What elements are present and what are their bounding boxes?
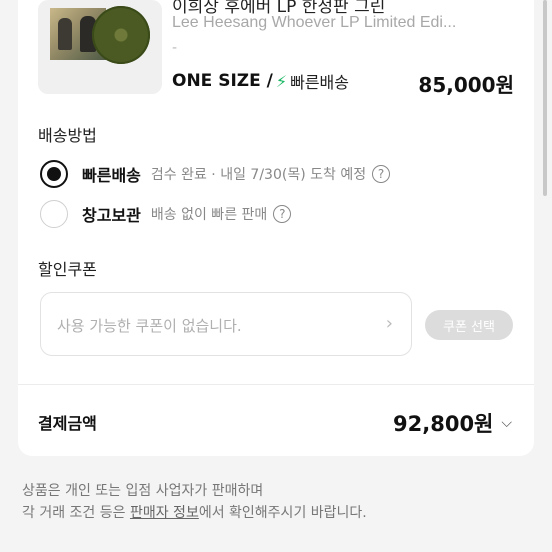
shipping-option-title: 창고보관 [82,206,141,225]
shipping-option-desc: 검수 완료 · 내일 7/30(목) 도착 예정 [150,167,367,183]
scrollbar[interactable] [543,0,547,196]
radio-unselected[interactable] [40,200,68,228]
coupon-select-button[interactable]: 쿠폰 선택 [425,310,513,340]
fast-delivery-label: 빠른배송 [290,73,349,92]
size-delivery-line: ONE SIZE / ⚡ 빠른배송 [172,69,349,93]
notice-prefix: 각 거래 조건 등은 [22,505,130,521]
help-icon[interactable]: ? [273,205,292,223]
notice-line-2: 각 거래 조건 등은 판매자 정보에서 확인해주시기 바랍니다. [22,502,367,524]
product-subtitle: Lee Heesang Whoever LP Limited Edi... [172,14,457,31]
product-thumbnail[interactable] [38,0,162,94]
seller-info-link[interactable]: 판매자 정보 [130,505,199,521]
shipping-option-desc: 배송 없이 빠른 판매 [150,207,268,223]
chevron-down-icon: ⌵ [501,415,512,431]
payment-label: 결제금액 [38,414,97,433]
payment-amount: 92,800원 [393,412,494,436]
product-price: 85,000원 [418,73,514,97]
shipping-section-title: 배송방법 [38,126,97,145]
vinyl-record-image [92,6,150,64]
payment-amount-toggle[interactable]: 92,800원 ⌵ [393,408,512,438]
shipping-option-fast[interactable]: 빠른배송 검수 완료 · 내일 7/30(목) 도착 예정 ? [40,160,391,188]
shipping-option-title: 빠른배송 [82,166,141,185]
chevron-right-icon: › [385,313,393,334]
divider [18,384,534,385]
shipping-option-storage[interactable]: 창고보관 배송 없이 빠른 판매 ? [40,200,292,228]
product-option: - [172,40,178,56]
notice-suffix: 에서 확인해주시기 바랍니다. [198,505,367,521]
notice-line-1: 상품은 개인 또는 입점 사업자가 판매하며 [22,483,264,499]
radio-selected[interactable] [40,160,68,188]
coupon-select-field[interactable]: 사용 가능한 쿠폰이 없습니다. › [40,292,412,356]
size-label: ONE SIZE / [172,71,273,91]
bolt-icon: ⚡ [275,71,288,91]
help-icon[interactable]: ? [372,165,391,183]
coupon-section-title: 할인쿠폰 [38,260,97,279]
seller-notice: 상품은 개인 또는 입점 사업자가 판매하며 각 거래 조건 등은 판매자 정보… [22,480,367,524]
coupon-placeholder: 사용 가능한 쿠폰이 없습니다. [57,317,242,335]
